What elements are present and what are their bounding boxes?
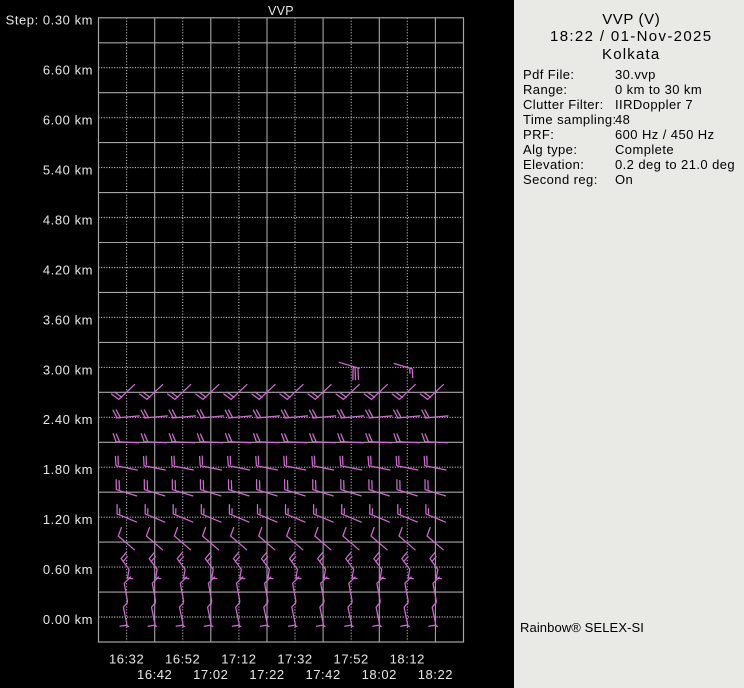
- svg-text:4.80 km: 4.80 km: [43, 212, 93, 227]
- svg-text:17:52: 17:52: [334, 652, 369, 667]
- svg-text:3.00 km: 3.00 km: [43, 362, 93, 377]
- svg-text:17:12: 17:12: [221, 652, 256, 667]
- svg-text:2.40 km: 2.40 km: [43, 412, 93, 427]
- svg-text:3.60 km: 3.60 km: [43, 312, 93, 327]
- svg-text:VVP: VVP: [268, 4, 294, 18]
- svg-text:0.60 km: 0.60 km: [43, 562, 93, 577]
- svg-text:6.00 km: 6.00 km: [43, 113, 93, 128]
- svg-text:17:02: 17:02: [193, 667, 228, 682]
- svg-text:18:12: 18:12: [390, 652, 425, 667]
- svg-text:17:22: 17:22: [249, 667, 284, 682]
- svg-text:4.20 km: 4.20 km: [43, 262, 93, 277]
- svg-text:16:52: 16:52: [165, 652, 200, 667]
- svg-text:6.60 km: 6.60 km: [43, 63, 93, 78]
- svg-text:16:32: 16:32: [109, 652, 144, 667]
- svg-text:0.00 km: 0.00 km: [43, 612, 93, 627]
- svg-text:5.40 km: 5.40 km: [43, 163, 93, 178]
- svg-text:16:42: 16:42: [137, 667, 172, 682]
- svg-text:17:32: 17:32: [277, 652, 312, 667]
- svg-text:18:02: 18:02: [362, 667, 397, 682]
- svg-text:1.20 km: 1.20 km: [43, 512, 93, 527]
- svg-text:1.80 km: 1.80 km: [43, 462, 93, 477]
- svg-text:17:42: 17:42: [305, 667, 340, 682]
- svg-text:18:22: 18:22: [418, 667, 453, 682]
- svg-text:Step: 0.30 km: Step: 0.30 km: [6, 13, 93, 28]
